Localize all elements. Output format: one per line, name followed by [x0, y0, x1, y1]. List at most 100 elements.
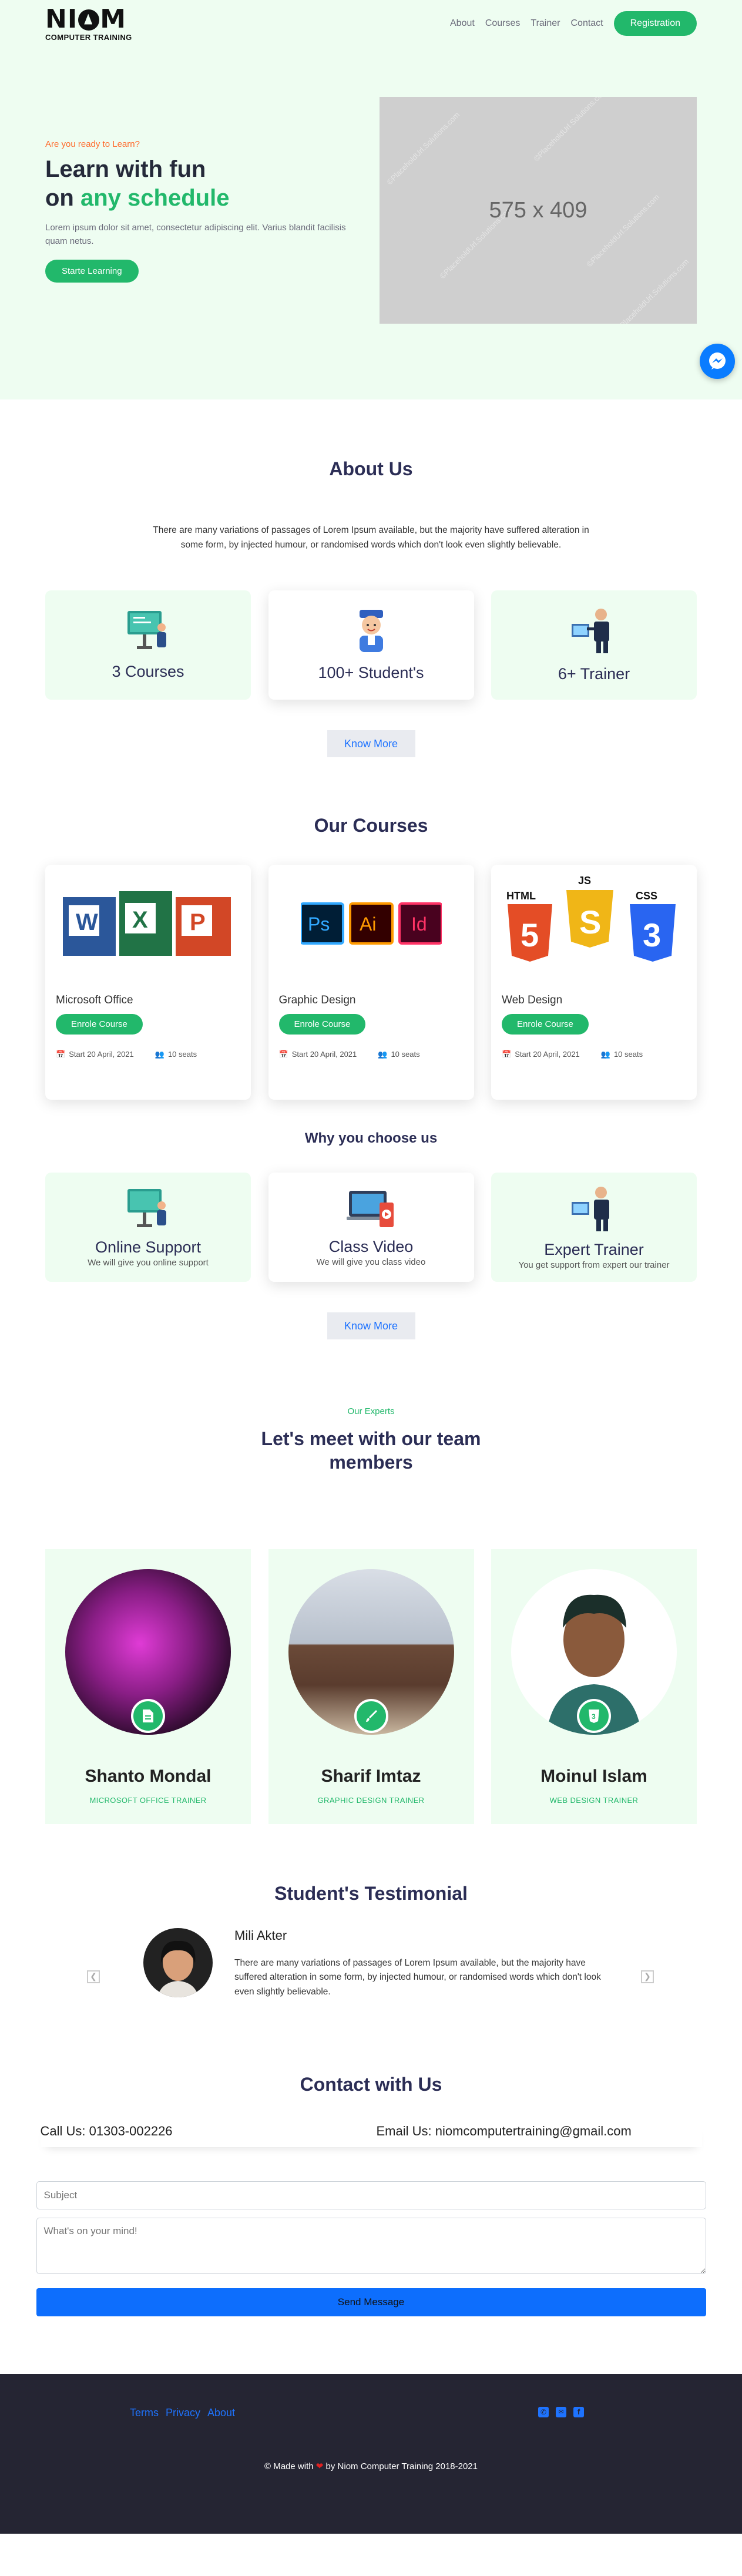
svg-text:JS: JS	[578, 875, 591, 886]
about-know-more-button[interactable]: Know More	[327, 730, 415, 757]
users-icon: 👥	[378, 1049, 388, 1059]
footer-link-privacy[interactable]: Privacy	[166, 2407, 200, 2419]
stat-label: 6+ Trainer	[558, 665, 630, 683]
why-card-expert-trainer: Expert Trainer You get support from expe…	[491, 1172, 697, 1282]
testimonial-prev-button[interactable]: ❮	[87, 1970, 100, 1983]
subject-input[interactable]	[36, 2181, 706, 2209]
phone-icon[interactable]: ✆	[538, 2406, 549, 2417]
course-card-microsoft-office: W X P Microsoft Office Enrole Course 📅 St…	[45, 864, 251, 1100]
calendar-icon: 📅	[278, 1049, 288, 1059]
svg-text:S: S	[579, 904, 601, 941]
users-icon: 👥	[155, 1049, 164, 1059]
why-card-class-video: Class Video We will give you class video	[268, 1172, 474, 1282]
footer-link-about[interactable]: About	[207, 2407, 235, 2419]
nav-link-courses[interactable]: Courses	[485, 18, 521, 29]
team-card: 3 Moinul Islam WEB DESIGN TRAINER	[491, 1549, 697, 1824]
contact-title: Contact with Us	[300, 2073, 442, 2095]
email-icon[interactable]: ✉	[556, 2406, 566, 2417]
navbar: NI M COMPUTER TRAINING About Courses Trai…	[45, 0, 697, 47]
course-seats: 👥 10 seats	[155, 1049, 197, 1059]
member-role: MICROSOFT OFFICE TRAINER	[89, 1795, 207, 1805]
why-card-title: Online Support	[95, 1238, 202, 1256]
heart-icon: ❤	[315, 2461, 324, 2471]
watermark-text: ©PlaceholdUrl.Solutions.com	[385, 110, 462, 187]
about-text: There are many variations of passages of…	[153, 525, 589, 550]
svg-text:X: X	[132, 907, 148, 933]
start-learning-button[interactable]: Starte Learning	[45, 260, 139, 283]
users-icon: 👥	[600, 1049, 610, 1059]
chevron-left-icon: ❮	[90, 1972, 97, 1981]
enrol-course-button[interactable]: Enrole Course	[502, 1013, 589, 1035]
testimonial-next-button[interactable]: ❯	[641, 1970, 654, 1983]
online-support-icon	[127, 1188, 166, 1227]
hero-title-accent: any schedule	[80, 184, 230, 211]
brand-logo[interactable]: NI M COMPUTER TRAINING	[45, 6, 132, 41]
calendar-icon: 📅	[502, 1049, 512, 1059]
team-card: Sharif Imtaz GRAPHIC DESIGN TRAINER	[268, 1549, 474, 1824]
contact-section: Contact with Us Call Us: 01303-002226 Em…	[0, 2016, 742, 2316]
svg-text:Ai: Ai	[360, 913, 376, 935]
why-card-desc: We will give you class video	[316, 1257, 426, 1267]
member-role: WEB DESIGN TRAINER	[549, 1795, 639, 1805]
why-card-online-support: Online Support We will give you online s…	[45, 1172, 251, 1282]
svg-text:Id: Id	[411, 913, 427, 935]
testimonial-avatar	[143, 1927, 213, 1997]
why-card-desc: We will give you online support	[88, 1257, 209, 1268]
facebook-icon[interactable]: f	[573, 2406, 584, 2417]
course-name: Graphic Design	[278, 993, 356, 1006]
course-start-date: 📅 Start 20 April, 2021	[56, 1049, 134, 1059]
messenger-icon	[709, 352, 726, 370]
svg-text:3: 3	[592, 1712, 596, 1721]
team-eyebrow: Our Experts	[347, 1406, 395, 1416]
watermark-text: ©PlaceholdUrl.Solutions.com	[614, 257, 691, 324]
course-start-date: 📅 Start 20 April, 2021	[502, 1049, 580, 1059]
course-card-web-design: HTML 5 JS S CSS 3 Web Design Enrole Cour…	[491, 864, 697, 1100]
chevron-right-icon: ❯	[644, 1972, 651, 1981]
enrol-course-button[interactable]: Enrole Course	[56, 1013, 143, 1035]
member-role: GRAPHIC DESIGN TRAINER	[317, 1795, 425, 1805]
svg-text:Ps: Ps	[308, 913, 330, 935]
watermark-text: ©PlaceholdUrl.Solutions.com	[532, 97, 609, 163]
messenger-chat-button[interactable]	[700, 344, 735, 379]
copyright-prefix: © Made with	[264, 2461, 314, 2471]
svg-text:W: W	[76, 909, 98, 935]
nav-link-trainer[interactable]: Trainer	[531, 18, 560, 29]
testimonial-section: Student's Testimonial ❮ Mili Akter There…	[45, 1824, 697, 2016]
svg-text:5: 5	[521, 916, 539, 953]
contact-phone: Call Us: 01303-002226	[40, 2123, 173, 2138]
hero-title-line1: Learn with fun	[45, 156, 206, 182]
svg-text:CSS: CSS	[636, 890, 657, 902]
testimonial-text: There are many variations of passages of…	[234, 1957, 601, 1997]
about-title: About Us	[329, 458, 413, 479]
why-know-more-button[interactable]: Know More	[327, 1312, 415, 1339]
calendar-icon: 📅	[56, 1049, 66, 1059]
copyright-suffix: by Niom Computer Training 2018-2021	[325, 2461, 478, 2471]
placeholder-size-label: 575 x 409	[489, 197, 587, 223]
hero-section: NI M COMPUTER TRAINING About Courses Trai…	[0, 0, 742, 399]
why-section: Why you choose us Online Support We will…	[45, 1100, 697, 1339]
hero-eyebrow: Are you ready to Learn?	[45, 139, 140, 149]
course-name: Web Design	[502, 993, 563, 1006]
why-card-title: Expert Trainer	[544, 1240, 644, 1258]
hero-title: Learn with fun on any schedule	[45, 155, 351, 213]
svg-text:HTML: HTML	[506, 890, 536, 902]
send-message-button[interactable]: Send Message	[36, 2288, 706, 2316]
nav-link-contact[interactable]: Contact	[570, 18, 603, 29]
why-card-desc: You get support from expert our trainer	[518, 1260, 670, 1270]
team-title: Let's meet with our team members	[261, 1428, 481, 1473]
course-seats: 👥 10 seats	[600, 1049, 643, 1059]
testimonial-title: Student's Testimonial	[274, 1882, 468, 1904]
html-css-js-icon: HTML 5 JS S CSS 3	[502, 865, 686, 982]
css3-icon: 3	[577, 1698, 611, 1733]
expert-trainer-icon	[572, 1186, 609, 1231]
enrol-course-button[interactable]: Enrole Course	[278, 1013, 366, 1035]
footer-link-terms[interactable]: Terms	[130, 2407, 159, 2419]
courses-title: Our Courses	[314, 814, 428, 836]
stat-card-courses: 3 Courses	[45, 590, 251, 700]
nav-link-about[interactable]: About	[450, 18, 475, 29]
registration-button[interactable]: Registration	[613, 11, 697, 36]
footer: Terms Privacy About ✆ ✉ f © Made with ❤ …	[0, 2373, 742, 2534]
message-textarea[interactable]	[36, 2217, 706, 2274]
teacher-board-icon	[127, 611, 166, 650]
svg-text:P: P	[190, 909, 206, 935]
